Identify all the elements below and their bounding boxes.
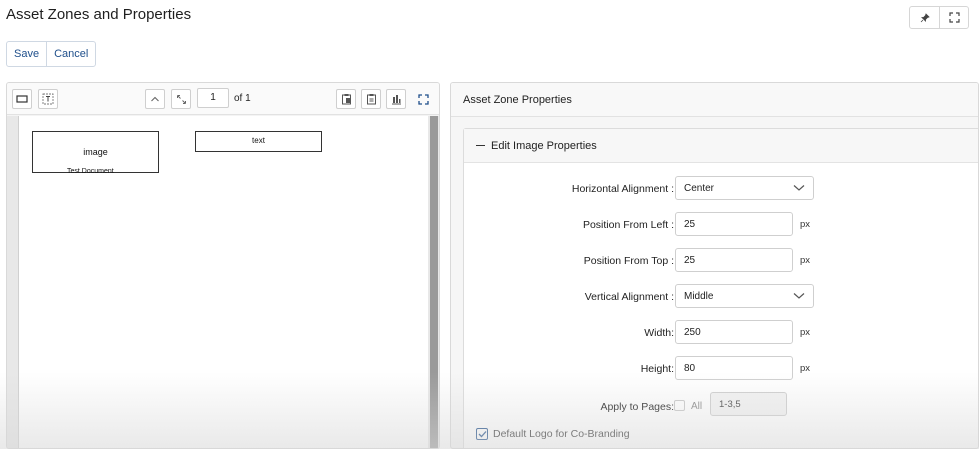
vertical-alignment-row: Vertical Alignment : Middle <box>464 284 978 310</box>
copy-zone-button[interactable] <box>361 89 381 109</box>
pin-icon <box>920 12 930 22</box>
previous-page-button[interactable] <box>145 89 165 109</box>
page-count-label: of 1 <box>234 93 251 104</box>
text-zone-button[interactable] <box>38 89 58 109</box>
horizontal-alignment-value: Center <box>684 183 715 194</box>
text-zone-label: text <box>252 136 265 145</box>
horizontal-alignment-row: Horizontal Alignment : Center <box>464 176 978 202</box>
width-row: Width: 250 px <box>464 320 978 346</box>
fullscreen-button[interactable] <box>939 7 968 28</box>
pin-button[interactable] <box>910 7 939 28</box>
document-canvas: image Test Document text <box>7 116 439 448</box>
position-left-input[interactable]: 25 <box>675 212 793 236</box>
align-zone-button[interactable] <box>386 89 406 109</box>
clipboard-copy-icon <box>366 94 376 105</box>
rectangle-icon <box>16 95 28 103</box>
horizontal-alignment-select[interactable]: Center <box>675 176 814 200</box>
top-toolbar <box>909 6 969 29</box>
horizontal-alignment-label: Horizontal Alignment : <box>571 183 674 195</box>
document-viewer: 1 of 1 image Test Document text <box>6 82 440 449</box>
default-logo-label: Default Logo for Co-Branding <box>493 428 630 440</box>
document-caption: Test Document <box>67 168 114 175</box>
cancel-button[interactable]: Cancel <box>46 42 95 66</box>
image-zone[interactable]: image <box>32 131 159 173</box>
position-top-unit: px <box>800 255 811 266</box>
all-pages-label: All <box>691 401 703 412</box>
chevron-up-icon <box>151 96 159 102</box>
fit-page-button[interactable] <box>171 89 191 109</box>
width-label: Width: <box>644 327 674 339</box>
fullscreen-icon <box>417 93 429 105</box>
position-top-input[interactable]: 25 <box>675 248 793 272</box>
asset-zone-properties-panel: Asset Zone Properties Edit Image Propert… <box>450 82 979 449</box>
vertical-alignment-value: Middle <box>684 291 714 302</box>
page-title: Asset Zones and Properties <box>6 6 192 23</box>
vertical-alignment-label: Vertical Alignment : <box>584 291 674 303</box>
edit-image-properties-section: Edit Image Properties Horizontal Alignme… <box>463 128 978 448</box>
document-page: image Test Document text <box>18 116 428 448</box>
properties-header: Asset Zone Properties <box>451 83 978 117</box>
default-logo-row: Default Logo for Co-Branding <box>476 428 630 440</box>
pages-input[interactable]: 1-3,5 <box>710 392 787 416</box>
apply-pages-label: Apply to Pages: <box>600 401 674 413</box>
viewer-toolbar: 1 of 1 <box>7 83 439 115</box>
chevron-down-icon <box>793 293 805 299</box>
position-top-label: Position From Top : <box>583 255 674 267</box>
apply-pages-row: Apply to Pages: All 1-3,5 <box>464 392 978 420</box>
position-left-row: Position From Left : 25 px <box>464 212 978 238</box>
text-box-icon <box>42 93 54 105</box>
collapse-icon <box>476 145 485 146</box>
align-icon <box>391 94 401 104</box>
section-toggle[interactable]: Edit Image Properties <box>464 129 978 163</box>
height-row: Height: 80 px <box>464 356 978 382</box>
expand-arrows-icon <box>176 94 186 104</box>
viewer-fullscreen-button[interactable] <box>413 89 433 109</box>
position-left-unit: px <box>800 219 811 230</box>
image-zone-label: image <box>83 147 108 157</box>
clipboard-icon <box>341 94 351 105</box>
fullscreen-icon <box>948 12 960 23</box>
height-input[interactable]: 80 <box>675 356 793 380</box>
default-logo-checkbox[interactable] <box>476 428 488 440</box>
position-top-row: Position From Top : 25 px <box>464 248 978 274</box>
height-unit: px <box>800 363 811 374</box>
section-title: Edit Image Properties <box>491 139 597 152</box>
vertical-alignment-select[interactable]: Middle <box>675 284 814 308</box>
draw-zone-button[interactable] <box>12 89 32 109</box>
paste-zone-button[interactable] <box>336 89 356 109</box>
all-pages-checkbox[interactable] <box>674 400 685 411</box>
action-buttons: Save Cancel <box>6 41 97 67</box>
width-input[interactable]: 250 <box>675 320 793 344</box>
height-label: Height: <box>640 363 674 375</box>
text-zone[interactable]: text <box>195 131 322 152</box>
width-unit: px <box>800 327 811 338</box>
vertical-scrollbar[interactable] <box>430 116 438 448</box>
chevron-down-icon <box>793 185 805 191</box>
checkmark-icon <box>478 431 486 438</box>
position-left-label: Position From Left : <box>582 219 674 231</box>
page-number-input[interactable]: 1 <box>197 88 229 108</box>
save-button[interactable]: Save <box>7 42 46 66</box>
